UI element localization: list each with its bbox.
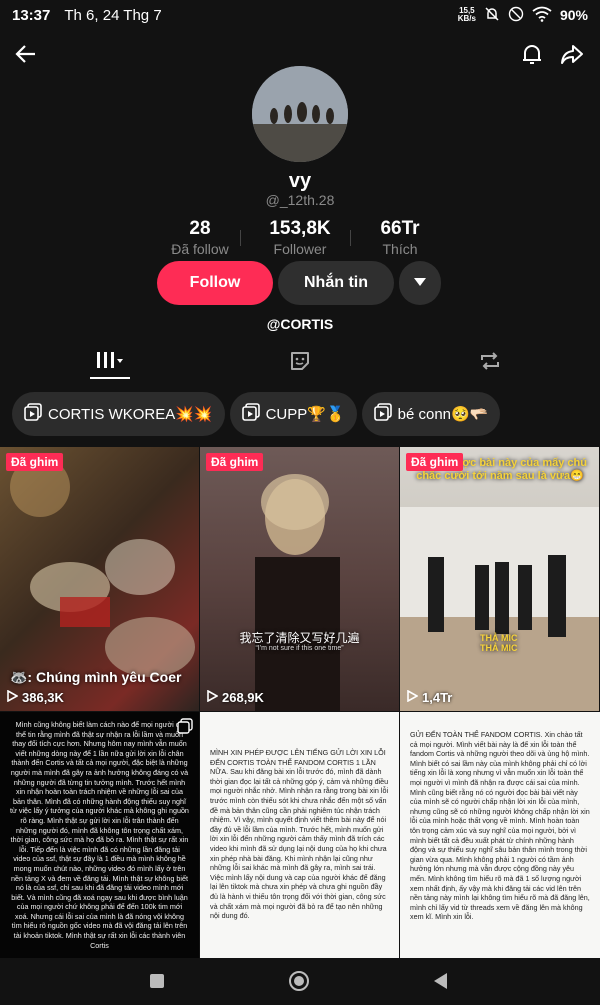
playlist-label: CORTIS WKOREA💥💥 <box>48 406 213 423</box>
playlist-chips: CORTIS WKOREA💥💥 CUPP🏆🥇 bé conn🥺🫳🏻 <box>12 392 600 436</box>
view-count: 386,3K <box>6 689 64 705</box>
dnd-icon <box>508 6 524 25</box>
stat-followers-label: Follower <box>273 241 327 257</box>
video-thumbnail[interactable]: Tuyển được bài này của mấy chú chắc cười… <box>400 447 599 711</box>
playlist-icon <box>241 403 260 425</box>
post-text: GỬI ĐẾN TOÀN THỂ FANDOM CORTIS. Xin chào… <box>410 730 590 922</box>
playlist-chip[interactable]: CUPP🏆🥇 <box>229 392 357 436</box>
network-speed: 15,5 KB/s <box>458 7 476 23</box>
video-overlay-text: THẢ MIC THẢ MIC <box>480 633 518 653</box>
stat-likes[interactable]: 66Tr Thích <box>345 218 455 257</box>
photo-carousel-icon <box>177 718 193 739</box>
pinned-badge: Đã ghim <box>6 453 64 471</box>
play-icon <box>6 689 19 705</box>
video-subcaption: “I'm not sure if this one time” <box>255 645 344 652</box>
photo-post-thumbnail[interactable]: MÌNH XIN PHÉP ĐƯỢC LÊN TIẾNG GỬI LỜI XIN… <box>200 712 399 958</box>
video-thumbnail[interactable]: Đã ghim 🦝: Chúng mình yêu Coer 386,3K <box>0 447 199 711</box>
playlist-icon <box>24 403 42 425</box>
caret-down-icon <box>413 274 427 292</box>
photo-post-thumbnail[interactable]: Mình cũng không biết làm cách nào để mọi… <box>0 712 199 958</box>
repost-icon <box>478 350 502 377</box>
video-caption: 我忘了清除又写好几遍 <box>239 631 360 645</box>
playlist-label: bé conn🥺🫳🏻 <box>397 406 489 423</box>
view-count-value: 1,4Tr <box>422 690 453 705</box>
profile-tabs <box>0 345 600 381</box>
wifi-icon <box>532 6 552 25</box>
status-date: Th 6, 24 Thg 7 <box>64 6 162 24</box>
stat-following[interactable]: 28 Đã follow <box>145 218 255 257</box>
bio-handle[interactable]: @CORTIS <box>0 316 600 332</box>
play-icon <box>206 689 219 705</box>
back-triangle-icon[interactable] <box>433 972 449 995</box>
view-count-value: 268,9K <box>222 690 264 705</box>
battery-level: 90% <box>559 7 588 23</box>
share-icon[interactable] <box>556 38 588 70</box>
active-tab-indicator <box>90 377 130 379</box>
playlist-label: CUPP🏆🥇 <box>265 406 345 423</box>
stat-followers[interactable]: 153,8K Follower <box>245 218 355 257</box>
pinned-badge: Đã ghim <box>406 453 464 471</box>
stat-following-value: 28 <box>189 218 211 239</box>
video-thumbnail-art <box>255 474 340 711</box>
message-button[interactable]: Nhắn tin <box>278 261 394 305</box>
post-text: MÌNH XIN PHÉP ĐƯỢC LÊN TIẾNG GỬI LỜI XIN… <box>210 748 389 921</box>
video-caption: 🦝: Chúng mình yêu Coer <box>10 669 182 685</box>
tab-reposts[interactable] <box>470 345 510 381</box>
back-arrow-icon[interactable] <box>10 38 42 70</box>
home-icon[interactable] <box>288 970 310 997</box>
post-text: Mình cũng không biết làm cách nào để mọi… <box>10 720 189 950</box>
system-nav-bar <box>0 960 600 1005</box>
status-left: 13:37 Th 6, 24 Thg 7 <box>12 7 162 24</box>
bell-icon[interactable] <box>516 38 548 70</box>
view-count: 1,4Tr <box>406 689 453 705</box>
suggested-accounts-button[interactable] <box>399 261 441 305</box>
playlist-icon <box>373 403 392 425</box>
avatar[interactable] <box>252 66 348 162</box>
profile-stats: 28 Đã follow 153,8K Follower 66Tr Thích <box>0 218 600 258</box>
status-right: 15,5 KB/s 90% <box>458 6 588 25</box>
view-count: 268,9K <box>206 689 264 705</box>
playlist-chip[interactable]: bé conn🥺🫳🏻 <box>361 392 501 436</box>
pinned-badge: Đã ghim <box>206 453 264 471</box>
video-grid: Đã ghim 🦝: Chúng mình yêu Coer 386,3K Đã… <box>0 447 600 958</box>
video-thumbnail[interactable]: Đã ghim 我忘了清除又写好几遍 “I'm not sure if this… <box>200 447 399 711</box>
follow-button[interactable]: Follow <box>157 261 273 305</box>
playlist-chip[interactable]: CORTIS WKOREA💥💥 <box>12 392 225 436</box>
stat-divider <box>240 230 241 246</box>
sticker-icon <box>289 350 311 377</box>
stat-following-label: Đã follow <box>171 241 229 257</box>
play-icon <box>406 689 419 705</box>
status-time: 13:37 <box>12 6 51 24</box>
view-count-value: 386,3K <box>22 690 64 705</box>
network-speed-unit: KB/s <box>457 14 476 23</box>
recent-apps-icon[interactable] <box>149 973 165 994</box>
tab-videos[interactable] <box>90 345 130 381</box>
display-name: vy <box>288 170 312 192</box>
photo-post-thumbnail[interactable]: GỬI ĐẾN TOÀN THỂ FANDOM CORTIS. Xin chào… <box>400 712 600 958</box>
stat-followers-value: 153,8K <box>269 218 331 239</box>
username: @_12th.28 <box>265 192 335 208</box>
alarm-off-icon <box>484 6 500 25</box>
status-bar: 13:37 Th 6, 24 Thg 7 15,5 KB/s 90% <box>0 0 600 30</box>
stat-likes-label: Thích <box>382 241 418 257</box>
video-thumbnail-art <box>400 507 599 711</box>
grid-icon <box>95 350 125 377</box>
tab-favorites[interactable] <box>280 345 320 381</box>
stat-likes-value: 66Tr <box>380 218 420 239</box>
